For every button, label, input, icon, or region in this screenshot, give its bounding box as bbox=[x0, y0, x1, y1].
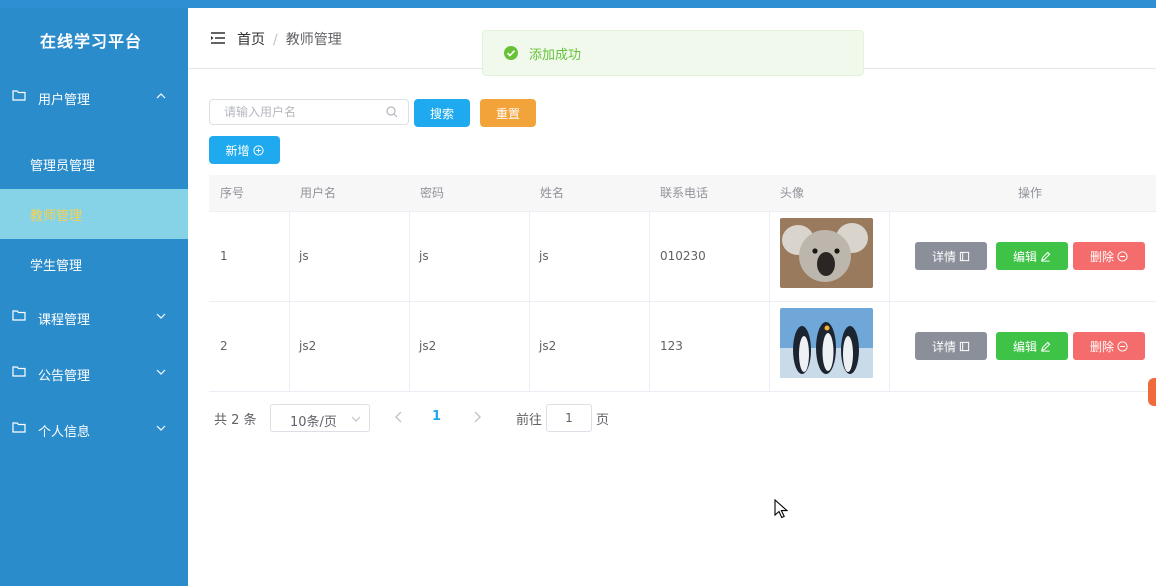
sidebar-item-student[interactable]: 学生管理 bbox=[0, 239, 188, 289]
minus-circle-icon bbox=[1117, 250, 1128, 262]
document-icon bbox=[959, 341, 970, 351]
pencil-icon bbox=[1041, 251, 1051, 262]
delete-button-label: 删除 bbox=[1089, 339, 1114, 354]
edit-button[interactable]: 编辑 bbox=[996, 332, 1068, 360]
menu-user-management-label: 用户管理 bbox=[38, 92, 91, 108]
breadcrumb: 首页 / 教师管理 bbox=[237, 29, 342, 49]
column-header-name: 姓名 bbox=[540, 186, 565, 200]
avatar bbox=[780, 308, 873, 378]
detail-button-label: 详情 bbox=[931, 339, 956, 354]
edit-button-label: 编辑 bbox=[1012, 339, 1037, 354]
sidebar: 在线学习平台 用户管理 管理员管理 教师管理 学生管理 课程管理 公告管理 个人… bbox=[0, 8, 188, 586]
sidebar-item-admin-label: 管理员管理 bbox=[30, 158, 96, 174]
cell-phone: 010230 bbox=[660, 249, 706, 263]
cell-username: js2 bbox=[299, 339, 317, 353]
add-button[interactable]: 新增 bbox=[209, 136, 280, 164]
goto-box bbox=[546, 404, 592, 432]
menu-course-management[interactable]: 课程管理 bbox=[0, 296, 188, 340]
edit-button-label: 编辑 bbox=[1012, 249, 1037, 264]
cell-name: js2 bbox=[539, 339, 557, 353]
koala-photo bbox=[780, 218, 873, 288]
app-title: 在线学习平台 bbox=[39, 32, 142, 51]
search-input[interactable] bbox=[210, 100, 384, 124]
menu-personal-info-label: 个人信息 bbox=[38, 424, 91, 440]
breadcrumb-home[interactable]: 首页 bbox=[237, 32, 265, 48]
sidebar-item-teacher[interactable]: 教师管理 bbox=[0, 189, 188, 239]
search-box bbox=[209, 99, 409, 125]
goto-page-input[interactable] bbox=[547, 405, 591, 431]
pagination-total: 共 2 条 bbox=[214, 413, 257, 428]
column-header-password: 密码 bbox=[420, 186, 445, 200]
table-header: 序号 用户名 密码 姓名 联系电话 头像 操作 bbox=[209, 175, 1156, 212]
delete-button-label: 删除 bbox=[1089, 249, 1114, 264]
column-header-username: 用户名 bbox=[300, 186, 337, 200]
edit-button[interactable]: 编辑 bbox=[996, 242, 1068, 270]
top-strip bbox=[0, 0, 1156, 8]
detail-button[interactable]: 详情 bbox=[915, 242, 987, 270]
menu-notice-management[interactable]: 公告管理 bbox=[0, 352, 188, 396]
menu-user-management[interactable]: 用户管理 bbox=[0, 76, 188, 120]
goto-suffix: 页 bbox=[596, 413, 610, 428]
avatar bbox=[780, 218, 873, 288]
cell-name: js bbox=[539, 249, 549, 263]
page-size-value: 10条/页 bbox=[290, 415, 337, 430]
reset-button[interactable]: 重置 bbox=[480, 99, 536, 127]
detail-button[interactable]: 详情 bbox=[915, 332, 987, 360]
goto-label: 前往 bbox=[516, 413, 543, 428]
search-icon bbox=[386, 106, 398, 118]
menu-toggle-icon[interactable] bbox=[211, 32, 225, 44]
penguins-photo bbox=[780, 308, 873, 378]
menu-notice-management-label: 公告管理 bbox=[38, 368, 91, 384]
prev-page-icon[interactable] bbox=[394, 411, 404, 423]
menu-personal-info[interactable]: 个人信息 bbox=[0, 408, 188, 452]
document-icon bbox=[959, 251, 970, 261]
success-toast: 添加成功 bbox=[482, 30, 864, 76]
page-number-current[interactable]: 1 bbox=[432, 409, 441, 424]
sidebar-item-admin[interactable]: 管理员管理 bbox=[0, 139, 188, 189]
table-row: 1 js js js 010230 详情 编辑 删除 bbox=[209, 211, 1156, 302]
cell-password: js bbox=[419, 249, 429, 263]
chevron-up-icon bbox=[156, 93, 166, 99]
sidebar-item-teacher-label: 教师管理 bbox=[30, 208, 83, 224]
menu-course-management-label: 课程管理 bbox=[38, 312, 91, 328]
chevron-down-icon bbox=[156, 369, 166, 375]
chevron-down-icon bbox=[351, 416, 361, 422]
folder-icon bbox=[12, 310, 26, 321]
folder-icon bbox=[12, 422, 26, 433]
breadcrumb-current: 教师管理 bbox=[285, 32, 342, 48]
column-header-phone: 联系电话 bbox=[660, 186, 709, 200]
column-header-index: 序号 bbox=[220, 186, 245, 200]
chevron-down-icon bbox=[156, 425, 166, 431]
cell-password: js2 bbox=[419, 339, 437, 353]
add-button-label: 新增 bbox=[225, 143, 250, 158]
pencil-icon bbox=[1041, 341, 1051, 352]
sidebar-item-student-label: 学生管理 bbox=[30, 258, 83, 274]
cell-index: 1 bbox=[220, 249, 228, 263]
cell-phone: 123 bbox=[660, 339, 683, 353]
chevron-down-icon bbox=[156, 313, 166, 319]
column-header-actions: 操作 bbox=[1018, 186, 1043, 200]
cell-index: 2 bbox=[220, 339, 228, 353]
next-page-icon[interactable] bbox=[472, 411, 482, 423]
page-size-select[interactable]: 10条/页 bbox=[270, 404, 370, 432]
column-header-avatar: 头像 bbox=[780, 186, 805, 200]
side-float-tab[interactable] bbox=[1148, 378, 1156, 406]
folder-icon bbox=[12, 90, 26, 101]
table-row: 2 js2 js2 js2 123 详情 编辑 删除 bbox=[209, 302, 1156, 392]
plus-circle-icon bbox=[252, 144, 264, 156]
delete-button[interactable]: 删除 bbox=[1073, 242, 1145, 270]
minus-circle-icon bbox=[1117, 340, 1128, 352]
delete-button[interactable]: 删除 bbox=[1073, 332, 1145, 360]
breadcrumb-separator: / bbox=[273, 32, 278, 48]
toast-message: 添加成功 bbox=[529, 47, 582, 63]
cell-username: js bbox=[299, 249, 309, 263]
folder-icon bbox=[12, 366, 26, 377]
mouse-cursor-icon bbox=[774, 499, 788, 519]
detail-button-label: 详情 bbox=[931, 249, 956, 264]
search-button[interactable]: 搜索 bbox=[414, 99, 470, 127]
check-circle-icon bbox=[504, 46, 518, 60]
